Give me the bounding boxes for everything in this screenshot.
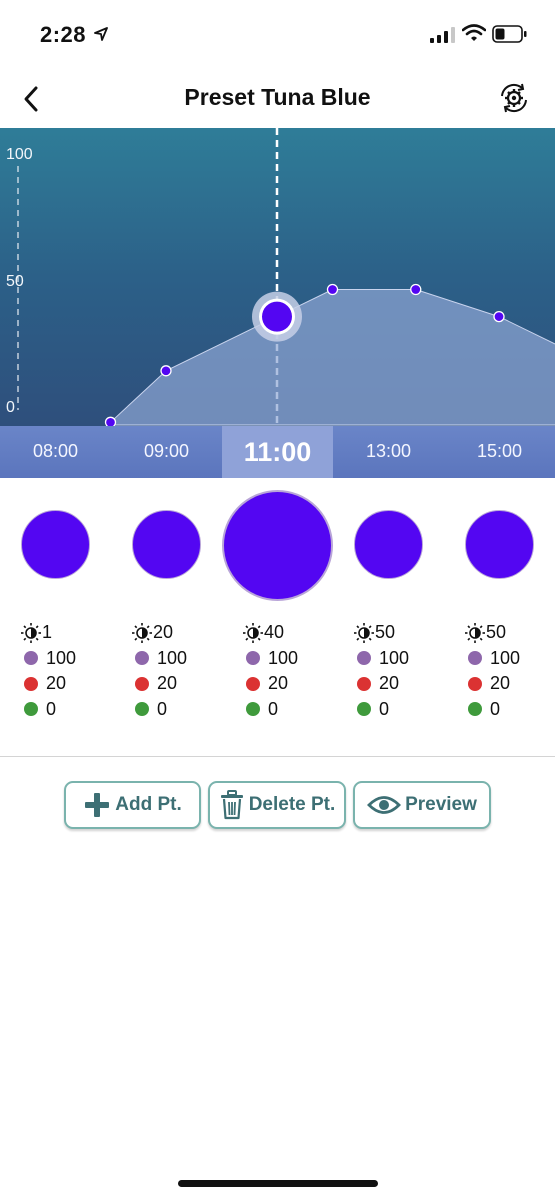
- preset-circle-5[interactable]: [465, 510, 534, 579]
- divider: [0, 756, 555, 757]
- red-channel-dot: [246, 676, 260, 691]
- preset-info-5: 50 100 20 0: [464, 620, 555, 722]
- schedule-point[interactable]: [410, 283, 422, 296]
- green-value: 0: [379, 698, 390, 719]
- green-value: 0: [268, 698, 279, 719]
- chart-canvas[interactable]: [0, 128, 555, 426]
- green-value: 0: [46, 698, 57, 719]
- preset-circle-4[interactable]: [354, 510, 423, 579]
- status-time: 2:28: [40, 22, 87, 47]
- schedule-point[interactable]: [326, 283, 339, 296]
- purple-channel-dot: [468, 651, 482, 666]
- purple-value: 100: [157, 647, 188, 668]
- brightness-icon: [132, 622, 152, 643]
- curve-area: [110, 289, 555, 426]
- purple-channel-dot: [24, 651, 38, 666]
- brightness-value: 1: [42, 622, 53, 643]
- red-value: 20: [490, 673, 511, 694]
- preset-info-4: 50 100 20 0: [353, 620, 453, 722]
- schedule-point[interactable]: [104, 416, 117, 426]
- delete-point-button[interactable]: Delete Pt.: [208, 781, 346, 829]
- time-label-1500[interactable]: 15:00: [444, 441, 555, 462]
- preset-info-2: 20 100 20 0: [131, 620, 231, 722]
- eye-icon: [367, 796, 402, 814]
- red-channel-dot: [135, 676, 149, 691]
- y-tick-0: 0: [6, 399, 15, 416]
- purple-channel-dot: [357, 651, 371, 666]
- schedule-point[interactable]: [493, 310, 505, 323]
- red-value: 20: [268, 673, 289, 694]
- signal-icon: [430, 27, 455, 43]
- page-title: Preset Tuna Blue: [184, 84, 371, 110]
- green-channel-dot: [468, 702, 482, 717]
- preset-circle-1[interactable]: [21, 510, 90, 579]
- time-label-1300[interactable]: 13:00: [333, 441, 444, 462]
- red-channel-dot: [468, 676, 482, 691]
- time-strip[interactable]: 08:00 09:00 11:00 13:00 15:00: [0, 426, 555, 478]
- preset-info-1: 1 100 20 0: [20, 620, 120, 722]
- wifi-icon: [462, 24, 486, 41]
- brightness-value: 50: [486, 622, 507, 643]
- preset-info-3: 40 100 20 0: [242, 620, 342, 722]
- brightness-value: 40: [264, 622, 285, 643]
- preview-button[interactable]: Preview: [353, 781, 491, 829]
- add-point-label: Add Pt.: [115, 794, 182, 815]
- brightness-value: 50: [375, 622, 396, 643]
- red-channel-dot: [357, 676, 371, 691]
- green-channel-dot: [357, 702, 371, 717]
- selected-schedule-point[interactable]: [262, 301, 292, 332]
- red-value: 20: [379, 673, 400, 694]
- purple-value: 100: [490, 647, 521, 668]
- brightness-icon: [354, 622, 374, 643]
- y-tick-50: 50: [6, 273, 24, 290]
- brightness-value: 20: [153, 622, 174, 643]
- green-channel-dot: [246, 702, 260, 717]
- red-value: 20: [46, 673, 67, 694]
- schedule-chart[interactable]: 100 50 0: [0, 128, 555, 426]
- brightness-icon: [21, 622, 41, 643]
- red-channel-dot: [24, 676, 38, 691]
- battery-icon: [492, 25, 527, 43]
- brightness-icon: [465, 622, 485, 643]
- purple-value: 100: [46, 647, 77, 668]
- time-label-0900[interactable]: 09:00: [111, 441, 222, 462]
- purple-channel-dot: [246, 651, 260, 666]
- sync-settings-icon[interactable]: [496, 80, 532, 116]
- time-label-selected[interactable]: 11:00: [222, 426, 333, 478]
- time-label-0800[interactable]: 08:00: [0, 441, 111, 462]
- nav-bar: Preset Tuna Blue: [0, 70, 555, 128]
- purple-channel-dot: [135, 651, 149, 666]
- green-channel-dot: [135, 702, 149, 717]
- add-point-button[interactable]: Add Pt.: [64, 781, 201, 829]
- green-value: 0: [490, 698, 501, 719]
- preset-circle-selected[interactable]: [222, 490, 333, 601]
- location-arrow-icon: [94, 27, 108, 41]
- status-bar: 2:28: [0, 0, 555, 70]
- green-channel-dot: [24, 702, 38, 717]
- delete-point-label: Delete Pt.: [248, 794, 336, 815]
- preview-label: Preview: [405, 794, 477, 815]
- trash-icon: [220, 790, 243, 820]
- plus-icon: [85, 793, 110, 817]
- brightness-icon: [243, 622, 263, 643]
- preset-circles: [0, 488, 555, 603]
- home-indicator[interactable]: [178, 1180, 378, 1187]
- purple-value: 100: [379, 647, 410, 668]
- green-value: 0: [157, 698, 168, 719]
- purple-value: 100: [268, 647, 299, 668]
- red-value: 20: [157, 673, 178, 694]
- y-tick-100: 100: [6, 146, 33, 163]
- schedule-point[interactable]: [160, 365, 172, 377]
- preset-circle-2[interactable]: [132, 510, 201, 579]
